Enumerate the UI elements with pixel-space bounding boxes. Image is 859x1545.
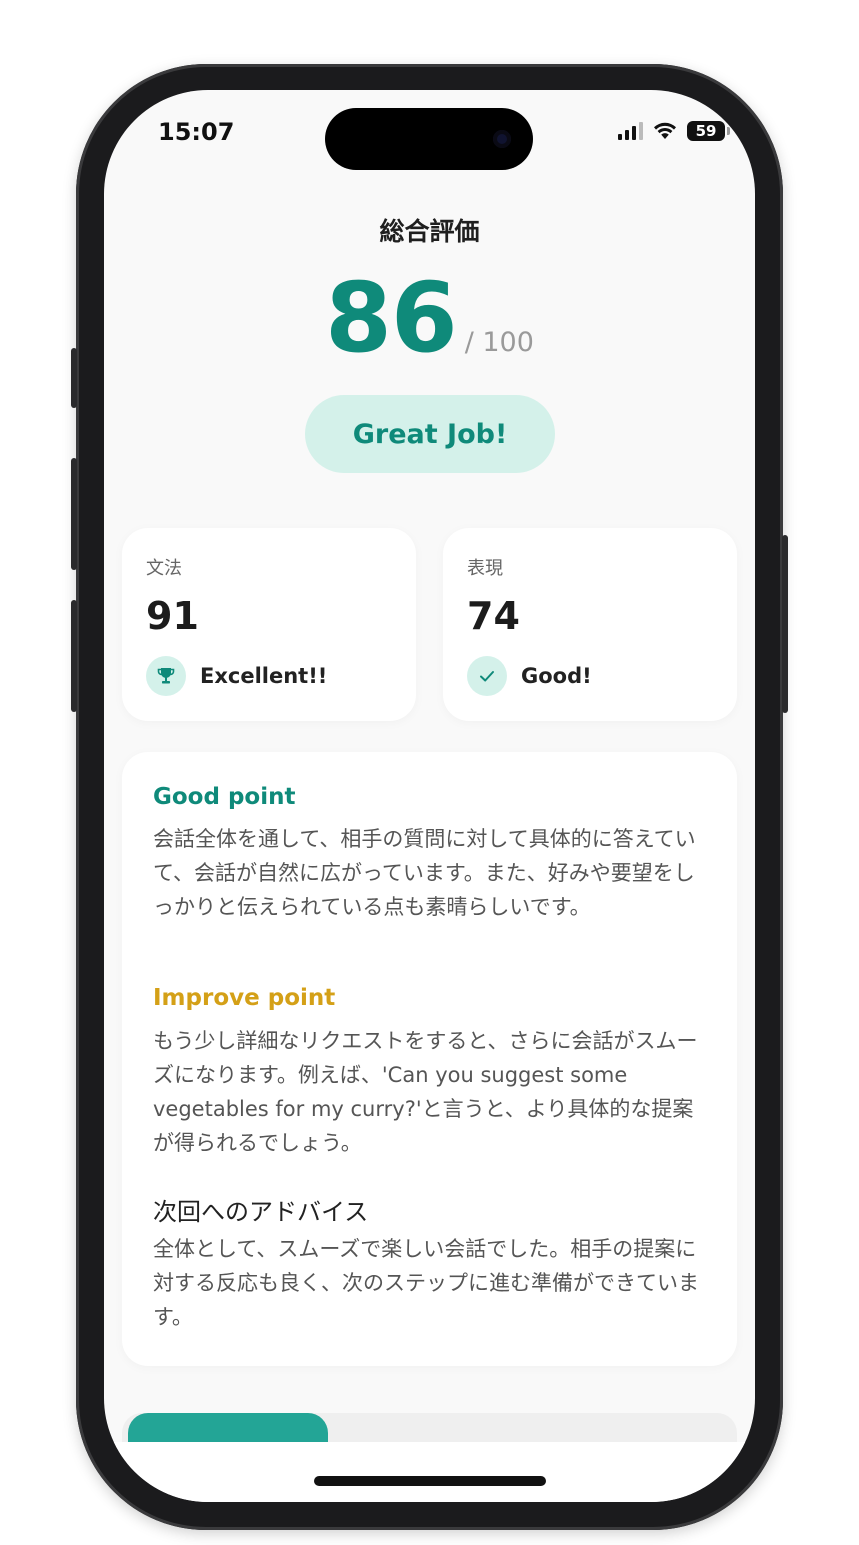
volume-down-button [71,600,77,712]
stat-rating: Excellent!! [146,656,327,696]
advice-title: 次回へのアドバイス [153,1198,369,1226]
screen: 15:07 59 総合評価 86 / 100 Great Job! 文法 91 [104,90,755,1502]
power-button [782,535,788,713]
stat-label: 文法 [146,558,182,579]
stat-label: 表現 [467,558,503,579]
score-max: / 100 [464,327,534,358]
status-time: 15:07 [158,118,235,146]
feedback-card: Good point 会話全体を通して、相手の質問に対して具体的に答えていて、会… [122,752,737,1366]
battery-icon: 59 [687,121,730,141]
good-point-text: 会話全体を通して、相手の質問に対して具体的に答えていて、会話が自然に広がっていま… [153,827,696,919]
expression-card: 表現 74 Good! [443,528,737,721]
bottom-fade [104,1442,755,1502]
stat-rating-text: Good! [521,664,592,688]
volume-up-button [71,458,77,570]
status-icons: 59 [618,120,730,142]
improve-point-title: Improve point [153,985,336,1011]
home-indicator [314,1476,546,1486]
result-badge: Great Job! [305,395,555,473]
signal-icon [618,122,643,140]
dynamic-island [325,108,533,170]
stat-value: 74 [467,594,520,638]
check-icon [467,656,507,696]
advice-text: 全体として、スムーズで楽しい会話でした。相手の提案に対する反応も良く、次のステッ… [153,1237,699,1329]
action-button [71,348,77,408]
improve-point-text: もう少し詳細なリクエストをすると、さらに会話がスムーズになります。例えば、'Ca… [153,1029,698,1155]
wifi-icon [654,122,676,139]
page-title: 総合評価 [379,217,480,246]
stat-value: 91 [146,594,199,638]
grammar-card: 文法 91 Excellent!! [122,528,416,721]
good-point-title: Good point [153,784,296,810]
stat-rating: Good! [467,656,592,696]
stat-rating-text: Excellent!! [200,664,328,688]
overall-score: 86 / 100 [104,270,755,366]
trophy-icon [146,656,186,696]
score-value: 86 [325,262,458,374]
camera-icon [493,130,511,148]
